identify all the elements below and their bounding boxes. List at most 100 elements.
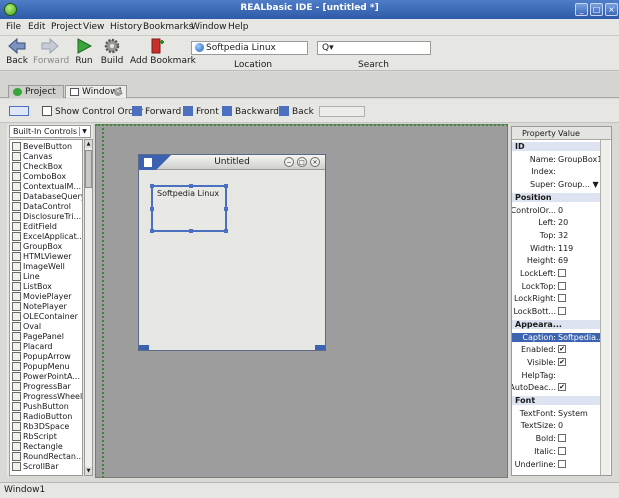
- property-row[interactable]: Height: 69: [512, 256, 600, 265]
- value-column-header: Value: [558, 129, 580, 138]
- property-row[interactable]: ControlOr... 0: [512, 206, 600, 215]
- property-row[interactable]: Italic:: [512, 446, 600, 456]
- property-row[interactable]: LockRight:: [512, 294, 600, 303]
- property-key: Name:: [529, 154, 556, 164]
- resize-handle[interactable]: [189, 229, 193, 233]
- property-row[interactable]: AutoDeac... ✔: [512, 383, 600, 392]
- resize-handle[interactable]: [150, 207, 154, 211]
- checkbox-checked[interactable]: ✔: [558, 383, 566, 392]
- property-row[interactable]: Bold:: [512, 434, 600, 443]
- property-value[interactable]: 20: [558, 218, 568, 227]
- checkbox-unchecked[interactable]: [558, 446, 566, 455]
- alignment-tools[interactable]: [319, 106, 365, 117]
- checkbox-unchecked[interactable]: [558, 307, 566, 316]
- location-field[interactable]: Softpedia Linux: [191, 41, 308, 55]
- control-type-icon: [12, 382, 21, 391]
- close-icon[interactable]: ×: [605, 3, 618, 16]
- property-value[interactable]: System: [558, 409, 588, 418]
- tab-project[interactable]: Project: [8, 85, 64, 98]
- property-key: AutoDeac...: [511, 383, 556, 393]
- controls-scrollbar[interactable]: ▲ ▼: [84, 139, 93, 476]
- forward-button[interactable]: Forward: [33, 38, 69, 66]
- scroll-thumb[interactable]: [85, 150, 92, 188]
- design-window[interactable]: Untitled − □ × Softpedia Linux: [138, 154, 326, 351]
- property-row[interactable]: TextFont: System: [512, 409, 600, 418]
- property-row[interactable]: HelpTag:: [512, 371, 600, 380]
- run-button[interactable]: Run: [73, 38, 95, 66]
- property-row[interactable]: Name: GroupBox1: [512, 154, 603, 164]
- bookmark-icon: [151, 38, 164, 54]
- property-row[interactable]: LockBott...: [512, 307, 600, 316]
- show-control-order-button[interactable]: Show Control Order: [42, 106, 143, 117]
- add-bookmark-button[interactable]: Add Bookmark: [130, 38, 196, 66]
- property-row[interactable]: Left: 20: [512, 218, 600, 227]
- control-type-icon: [12, 412, 21, 421]
- property-value[interactable]: GroupBox1: [558, 155, 602, 164]
- back-arrow-icon: [8, 38, 26, 54]
- property-row[interactable]: Super: Group... ▼: [512, 180, 600, 189]
- bring-forward-button[interactable]: Forward: [132, 106, 181, 117]
- property-row[interactable]: Width: 119: [512, 244, 600, 253]
- tab-window1[interactable]: Window1 ×: [65, 85, 127, 98]
- property-value[interactable]: 69: [558, 256, 568, 265]
- menu-help[interactable]: Help: [228, 22, 249, 32]
- property-row[interactable]: Visible: ✔: [512, 357, 600, 367]
- menu-window[interactable]: Window: [191, 22, 227, 32]
- checkbox-unchecked[interactable]: [558, 459, 566, 468]
- properties-scrollbar[interactable]: [600, 140, 610, 475]
- checkbox-checked[interactable]: ✔: [558, 357, 566, 366]
- resize-handle[interactable]: [224, 229, 228, 233]
- property-row[interactable]: Top: 32: [512, 231, 600, 240]
- send-backward-button[interactable]: Backward: [222, 106, 279, 117]
- property-row[interactable]: Underline:: [512, 459, 600, 469]
- menu-bookmarks[interactable]: Bookmarks: [143, 22, 193, 32]
- resize-handle[interactable]: [150, 229, 154, 233]
- menu-edit[interactable]: Edit: [28, 22, 45, 32]
- send-back-button[interactable]: Back: [279, 106, 314, 117]
- property-value[interactable]: 0: [558, 421, 563, 430]
- minimize-icon[interactable]: _: [575, 3, 588, 16]
- property-value[interactable]: Softpedia...: [558, 333, 604, 342]
- property-value[interactable]: 32: [558, 231, 568, 240]
- resize-handle[interactable]: [189, 184, 193, 188]
- checkbox-unchecked[interactable]: [558, 281, 566, 290]
- checkbox-unchecked[interactable]: [558, 434, 566, 443]
- run-play-icon: [77, 38, 93, 54]
- property-row[interactable]: LockLeft:: [512, 269, 600, 278]
- controls-selector[interactable]: Built-In Controls ▼: [9, 125, 91, 138]
- resize-handle[interactable]: [224, 207, 228, 211]
- bring-front-button[interactable]: Front: [183, 106, 219, 117]
- checkbox-unchecked[interactable]: [558, 294, 566, 303]
- menu-project[interactable]: Project: [51, 22, 82, 32]
- back-label: Back: [6, 56, 28, 66]
- property-value[interactable]: 0: [558, 206, 563, 215]
- property-section-header: Font: [512, 396, 600, 405]
- layout-view-toggle[interactable]: [9, 106, 32, 117]
- checkbox-unchecked[interactable]: [558, 269, 566, 277]
- scroll-down-icon[interactable]: ▼: [85, 467, 92, 475]
- property-row[interactable]: TextSize: 0: [512, 421, 600, 430]
- resize-handle[interactable]: [224, 184, 228, 188]
- menu-file[interactable]: File: [6, 22, 21, 32]
- maximize-icon[interactable]: □: [590, 3, 603, 16]
- control-list-item-label: RbScript: [23, 432, 57, 441]
- property-row[interactable]: Caption: Softpedia...: [512, 332, 604, 342]
- groupbox-control[interactable]: Softpedia Linux: [150, 184, 228, 233]
- close-tab-icon[interactable]: ×: [114, 88, 122, 96]
- menu-history[interactable]: History: [110, 22, 142, 32]
- window-corner-decoration: [315, 345, 325, 350]
- search-input[interactable]: Q▾: [317, 41, 431, 55]
- menu-view[interactable]: View: [83, 22, 104, 32]
- property-row[interactable]: Enabled: ✔: [512, 345, 600, 354]
- property-value[interactable]: Group... ▼: [558, 180, 599, 189]
- resize-handle[interactable]: [150, 184, 154, 188]
- property-value[interactable]: 119: [558, 244, 573, 253]
- back-button[interactable]: Back: [4, 38, 30, 66]
- checkbox-checked[interactable]: ✔: [558, 345, 566, 354]
- control-list-item[interactable]: ScrollBar: [10, 461, 82, 472]
- forward-arrow-icon: [41, 38, 59, 54]
- property-row[interactable]: Index:: [512, 167, 600, 176]
- scroll-up-icon[interactable]: ▲: [85, 140, 92, 148]
- property-row[interactable]: LockTop:: [512, 281, 600, 291]
- build-button[interactable]: Build: [100, 38, 124, 66]
